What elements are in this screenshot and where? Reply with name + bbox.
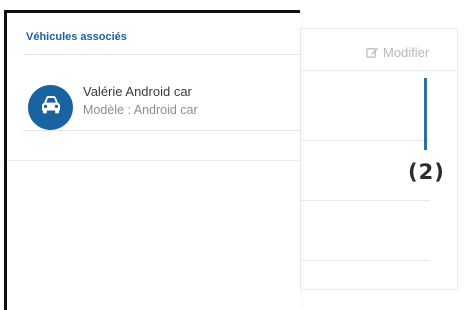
car-icon <box>39 94 63 121</box>
screenshot-canvas: Modifier (2) Véhicules associés Valérie … <box>0 0 467 310</box>
panel-title: Véhicules associés <box>26 31 127 43</box>
background-divider <box>300 200 430 201</box>
vehicle-model: Modèle : Android car <box>83 103 198 117</box>
background-card <box>300 28 458 290</box>
vehicle-name: Valérie Android car <box>83 84 192 99</box>
annotation-label: (2) <box>408 160 445 184</box>
panel-divider <box>7 160 300 161</box>
modifier-button[interactable]: Modifier <box>366 45 429 60</box>
background-divider <box>300 140 430 141</box>
modifier-label: Modifier <box>383 45 430 60</box>
background-divider <box>300 70 458 71</box>
annotation-marker-line <box>424 78 427 150</box>
vehicle-avatar <box>28 85 73 130</box>
edit-icon <box>366 46 379 59</box>
associated-vehicles-panel: Véhicules associés Valérie Android car M… <box>4 10 300 310</box>
background-divider <box>300 260 430 261</box>
panel-divider <box>23 54 300 55</box>
vehicle-list-item[interactable]: Valérie Android car Modèle : Android car <box>23 81 303 131</box>
panel-divider <box>23 130 300 131</box>
